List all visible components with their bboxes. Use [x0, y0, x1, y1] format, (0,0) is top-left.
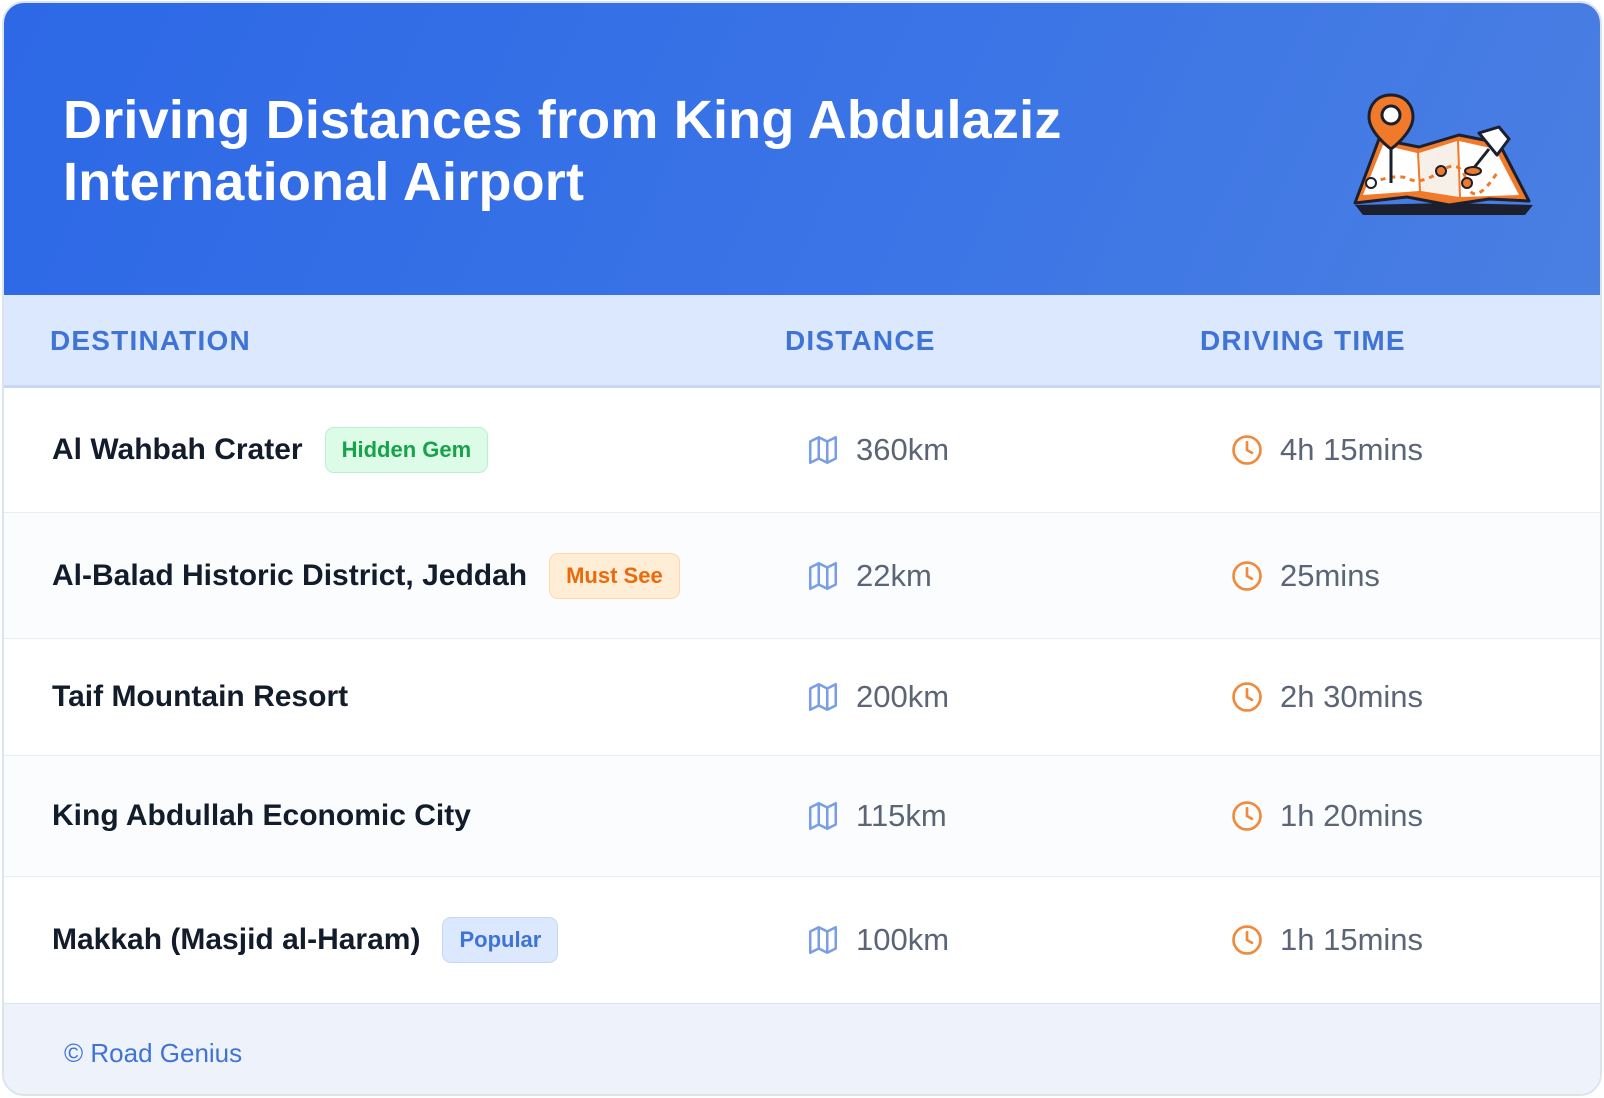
column-header-driving-time[interactable]: DRIVING TIME [1200, 325, 1406, 357]
time-value: 4h 15mins [1280, 432, 1424, 467]
page-title: Driving Distances from King Abdulaziz In… [63, 89, 1163, 213]
destination-cell: Al-Balad Historic District, Jeddah Must … [52, 552, 680, 599]
destination-name: Al Wahbah Crater [52, 433, 303, 466]
time-value: 1h 15mins [1280, 922, 1424, 957]
column-header-destination[interactable]: DESTINATION [50, 325, 251, 357]
header-banner: Driving Distances from King Abdulaziz In… [4, 3, 1600, 295]
map-icon [808, 435, 838, 465]
time-value: 1h 20mins [1280, 798, 1424, 833]
table-row[interactable]: Taif Mountain Resort 200km 2h 30mins [4, 639, 1600, 756]
distance-cell: 360km [806, 432, 949, 468]
time-value: 25mins [1280, 557, 1380, 593]
title-line-2: International Airport [63, 152, 585, 212]
destination-name: King Abdullah Economic City [52, 799, 471, 832]
table-row[interactable]: King Abdullah Economic City 115km 1h 20m… [4, 756, 1600, 877]
clock-icon [1232, 682, 1262, 712]
title-line-1: Driving Distances from King Abdulaziz [63, 90, 1062, 150]
folded-map-with-pins-icon [1353, 93, 1533, 215]
distance-value: 100km [856, 922, 950, 957]
badge-hidden-gem: Hidden Gem [324, 427, 489, 473]
badge-popular: Popular [442, 917, 559, 963]
clock-icon [1232, 925, 1262, 955]
destination-name: Taif Mountain Resort [52, 680, 349, 713]
destination-cell: Makkah (Masjid al-Haram) Popular [52, 917, 559, 963]
table-header: DESTINATION DISTANCE DRIVING TIME [4, 295, 1600, 388]
map-icon [808, 925, 838, 955]
map-icon [808, 561, 838, 590]
distance-cell: 115km [806, 798, 947, 834]
destination-cell: Taif Mountain Resort [52, 680, 348, 714]
distance-value: 22km [856, 557, 932, 593]
map-icon [808, 801, 838, 831]
distance-value: 360km [856, 432, 950, 467]
destination-name: Al-Balad Historic District, Jeddah [52, 558, 528, 592]
distance-value: 115km [856, 798, 947, 833]
destination-name: Makkah (Masjid al-Haram) [52, 923, 421, 956]
clock-icon [1232, 801, 1262, 831]
distance-cell: 200km [806, 679, 949, 715]
destination-cell: King Abdullah Economic City [52, 799, 471, 833]
distance-value: 200km [856, 679, 950, 714]
destination-cell: Al Wahbah Crater Hidden Gem [52, 427, 489, 473]
copyright-text[interactable]: © Road Genius [64, 1038, 242, 1069]
distance-cell: 22km [806, 558, 932, 594]
table-row[interactable]: Al Wahbah Crater Hidden Gem 360km 4h 15m… [4, 388, 1600, 513]
table-row[interactable]: Al-Balad Historic District, Jeddah Must … [4, 513, 1600, 639]
time-cell: 4h 15mins [1230, 432, 1423, 468]
time-value: 2h 30mins [1280, 679, 1424, 714]
badge-must-see: Must See [549, 552, 680, 599]
map-icon [808, 682, 838, 712]
distance-cell: 100km [806, 922, 949, 958]
time-cell: 2h 30mins [1230, 679, 1423, 715]
column-header-distance[interactable]: DISTANCE [785, 325, 936, 357]
time-cell: 1h 20mins [1230, 798, 1423, 834]
clock-icon [1232, 560, 1262, 591]
clock-icon [1232, 435, 1262, 465]
distance-card: Driving Distances from King Abdulaziz In… [2, 1, 1602, 1096]
footer: © Road Genius [4, 1003, 1600, 1094]
time-cell: 25mins [1230, 558, 1380, 594]
table-row[interactable]: Makkah (Masjid al-Haram) Popular 100km 1… [4, 877, 1600, 1003]
time-cell: 1h 15mins [1230, 922, 1423, 958]
